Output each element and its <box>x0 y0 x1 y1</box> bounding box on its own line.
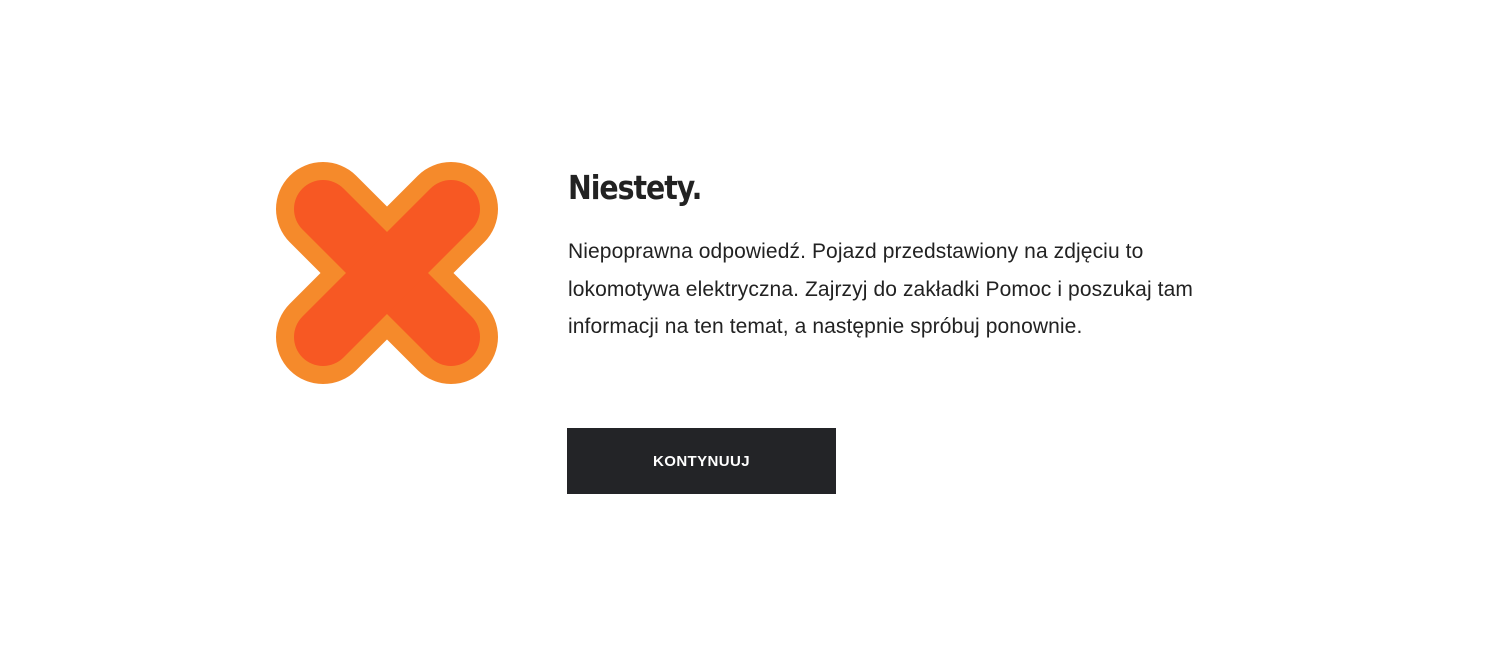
result-content: Niestety. Niepoprawna odpowiedź. Pojazd … <box>568 165 1228 346</box>
cross-icon <box>276 162 498 384</box>
result-message: Niepoprawna odpowiedź. Pojazd przedstawi… <box>568 240 1193 338</box>
continue-button[interactable]: KONTYNUUJ <box>567 428 836 494</box>
result-panel: Niestety. Niepoprawna odpowiedź. Pojazd … <box>0 0 1512 668</box>
result-title: Niestety. <box>568 168 702 207</box>
